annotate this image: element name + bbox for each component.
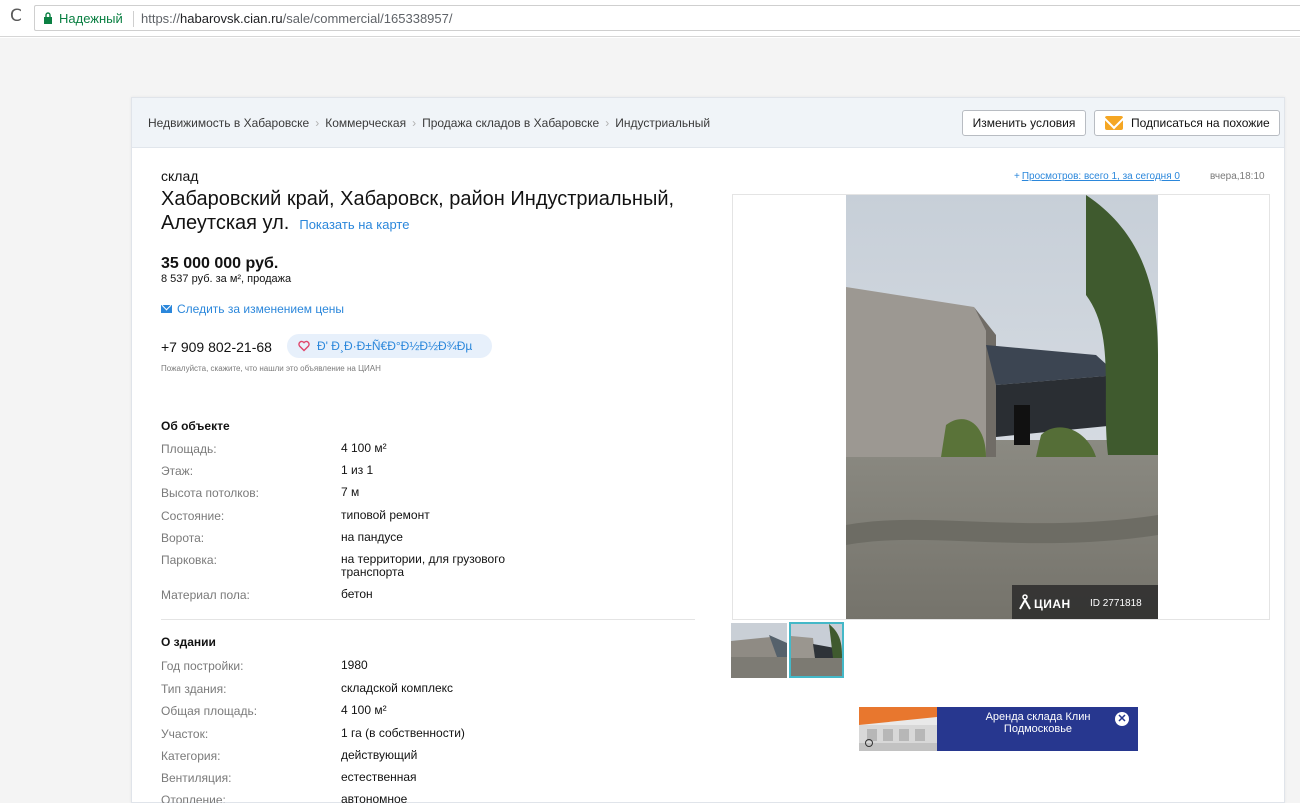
address-text: Хабаровский край, Хабаровск, район Индус… [161,188,675,234]
favorite-label: Đ' Đ¸Đ·Đ±Ñ€Đ°Đ½Đ½Đ¾Đµ [317,339,473,353]
photo-gallery: ЦИАН ID 2771818 [732,194,1270,620]
property-key: Этаж: [161,464,194,478]
browser-address-bar: C Надежный https://habarovsk.cian.ru/sal… [0,0,1300,37]
phone-number[interactable]: +7 909 802-21-68 [161,339,272,355]
subscribe-similar-button[interactable]: Подписаться на похожие [1094,110,1280,136]
gallery-thumbnail-active[interactable] [789,622,844,678]
publish-time: вчера,18:10 [1210,171,1265,182]
offer-address: Хабаровский край, Хабаровск, район Индус… [161,187,701,237]
breadcrumb-separator: › [605,116,610,130]
thumbnail-image [791,624,842,676]
gallery-thumbnail[interactable] [731,623,787,678]
property-value: действующий [341,748,418,762]
property-key: Общая площадь: [161,704,258,718]
property-value: бетон [341,587,373,601]
property-key: Высота потолков: [161,486,259,500]
lock-icon [44,12,52,24]
envelope-icon [1105,116,1123,130]
breadcrumb-separator: › [412,116,417,130]
ad-text: Аренда склада Клин Подмосковье [985,711,1091,735]
property-key: Парковка: [161,553,217,567]
property-value: 1 из 1 [341,463,374,477]
property-key: Ворота: [161,531,205,545]
watch-price-link[interactable]: Следить за изменением цены [161,302,344,316]
property-value: 7 м [341,485,360,499]
offer-type: склад [161,168,199,184]
ad-image [859,707,937,751]
url-path: /sale/commercial/165338957/ [282,11,453,26]
property-key: Год постройки: [161,659,244,673]
photo-watermark: ЦИАН ID 2771818 [1012,585,1158,619]
url-text[interactable]: https://habarovsk.cian.ru/sale/commercia… [141,11,452,26]
views-link[interactable]: + Просмотров: всего 1, за сегодня 0 [1014,171,1180,182]
breadcrumb-item[interactable]: Коммерческая [325,116,406,130]
url-scheme: https:// [141,11,181,26]
main-photo[interactable]: ЦИАН ID 2771818 [846,195,1158,619]
watch-price-label: Следить за изменением цены [177,302,345,316]
property-value: естественная [341,770,417,784]
property-key: Участок: [161,727,209,741]
url-field[interactable]: Надежный https://habarovsk.cian.ru/sale/… [34,5,1300,31]
offer-price: 35 000 000 руб. [161,255,279,272]
address-separator [133,11,134,27]
show-on-map-link[interactable]: Показать на карте [299,217,409,232]
property-value: складской комплекс [341,681,454,695]
watermark-logo: ЦИАН [1034,597,1071,611]
views-label: Просмотров: всего 1, за сегодня 0 [1021,171,1180,182]
phone-note: Пожалуйста, скажите, что нашли это объяв… [161,364,381,373]
ad-banner[interactable]: Аренда склада Клин Подмосковье ✕ [859,707,1138,751]
property-value: 4 100 м² [341,441,387,455]
property-value: на территории, для грузового транспорта [341,552,505,579]
property-key: Тип здания: [161,682,227,696]
ad-info-icon[interactable] [865,739,873,747]
property-value: на пандусе [341,530,403,544]
heart-icon [298,340,310,352]
property-value: 1980 [341,658,368,672]
breadcrumb-item[interactable]: Индустриальный [615,116,710,130]
close-icon[interactable]: ✕ [1115,712,1129,726]
thumbnail-image [731,623,787,678]
property-key: Категория: [161,749,221,763]
subscribe-label: Подписаться на похожие [1131,116,1270,130]
section-title-building: О здании [161,635,216,649]
change-conditions-button[interactable]: Изменить условия [962,110,1086,136]
property-key: Состояние: [161,509,225,523]
reload-icon[interactable]: C [10,8,26,25]
url-host: habarovsk.cian.ru [180,11,283,26]
breadcrumb-separator: › [315,116,320,130]
breadcrumb-item[interactable]: Продажа складов в Хабаровске [422,116,599,130]
breadcrumb-bar: Недвижимость в Хабаровске › Коммерческая › П… [132,98,1284,148]
property-key: Вентиляция: [161,771,232,785]
breadcrumb: Недвижимость в Хабаровске › Коммерческая › П… [148,116,710,130]
property-value: типовой ремонт [341,508,430,522]
cian-logo-icon [1019,594,1031,610]
mail-icon [161,305,172,313]
section-divider [161,619,695,620]
property-key: Площадь: [161,442,217,456]
secure-label: Надежный [59,11,123,26]
warehouse-photo-image [846,195,1158,619]
property-value: 1 га (в собственности) [341,726,465,740]
property-value: автономное [341,792,408,803]
price-per-meter: 8 537 руб. за м², продажа [161,273,292,285]
breadcrumb-item[interactable]: Недвижимость в Хабаровске [148,116,309,130]
property-key: Материал пола: [161,588,250,602]
section-title-object: Об объекте [161,419,230,433]
property-key: Отопление: [161,793,226,803]
property-value: 4 100 м² [341,703,387,717]
favorite-button[interactable]: Đ' Đ¸Đ·Đ±Ñ€Đ°Đ½Đ½Đ¾Đµ [287,334,492,358]
listing-card: Недвижимость в Хабаровске › Коммерческая › П… [131,97,1285,803]
watermark-id: ID 2771818 [1090,598,1142,609]
views-plus: + [1014,171,1020,182]
